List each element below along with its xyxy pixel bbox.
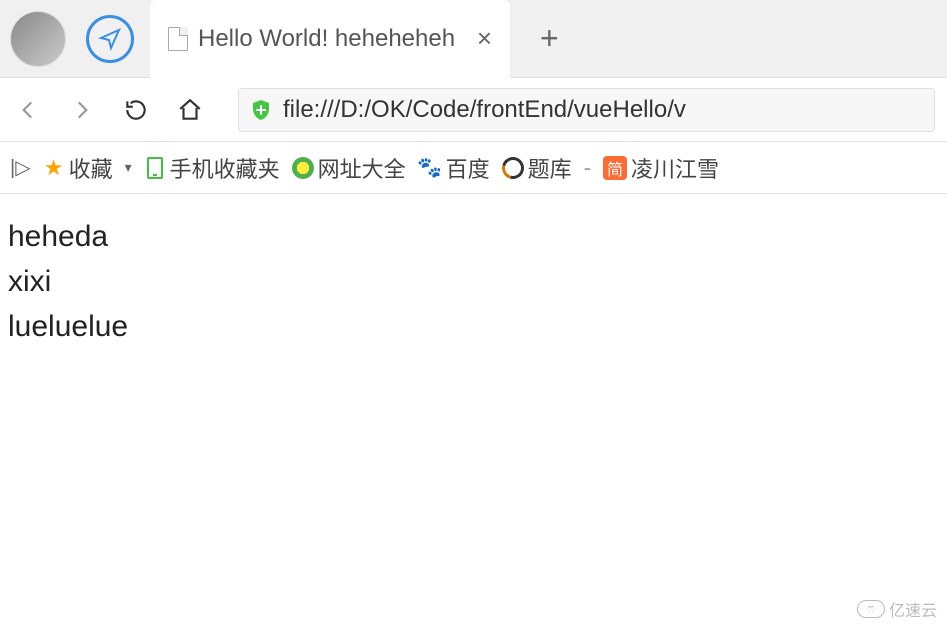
separator: - bbox=[584, 155, 591, 181]
bookmark-label: 凌川江雪 bbox=[631, 152, 719, 184]
watermark-icon: ෆ bbox=[857, 600, 885, 618]
forward-button[interactable] bbox=[66, 94, 98, 126]
watermark: ෆ 亿速云 bbox=[857, 597, 937, 621]
bookmark-label: 题库 bbox=[528, 152, 572, 184]
bookmark-wangzhi[interactable]: 网址大全 bbox=[292, 152, 406, 184]
bookmark-label: 网址大全 bbox=[318, 152, 406, 184]
bookmark-favorites[interactable]: ★ 收藏 bbox=[43, 152, 113, 184]
url-text: file:///D:/OK/Code/frontEnd/vueHello/v bbox=[283, 96, 686, 124]
browser-tab[interactable]: Hello World! heheheheh × bbox=[150, 0, 510, 78]
compass-icon[interactable] bbox=[86, 15, 134, 63]
tiku-icon bbox=[502, 157, 524, 179]
bookmark-mobile[interactable]: 手机收藏夹 bbox=[144, 152, 280, 184]
bookmark-tiku[interactable]: 题库 bbox=[502, 152, 572, 184]
page-content: heheda xixi lueluelue bbox=[0, 194, 947, 369]
bookmark-label: 百度 bbox=[446, 152, 490, 184]
bookmark-label: 手机收藏夹 bbox=[170, 152, 280, 184]
text-line: xixi bbox=[8, 259, 939, 304]
360-icon bbox=[292, 157, 314, 179]
address-bar[interactable]: file:///D:/OK/Code/frontEnd/vueHello/v bbox=[238, 88, 935, 132]
new-tab-button[interactable]: + bbox=[540, 20, 559, 57]
jian-icon: 简 bbox=[603, 156, 627, 180]
bookmark-label: 收藏 bbox=[69, 152, 113, 184]
chevron-down-icon[interactable]: ▾ bbox=[125, 159, 132, 176]
bookmark-bar: |▷ ★ 收藏 ▾ 手机收藏夹 网址大全 🐾 百度 题库 - 简 凌川江雪 bbox=[0, 142, 947, 194]
text-line: heheda bbox=[8, 214, 939, 259]
user-avatar[interactable] bbox=[10, 11, 66, 67]
star-icon: ★ bbox=[43, 157, 65, 179]
watermark-text: 亿速云 bbox=[889, 597, 937, 621]
panel-toggle[interactable]: |▷ bbox=[10, 155, 31, 180]
back-button[interactable] bbox=[12, 94, 44, 126]
text-line: lueluelue bbox=[8, 304, 939, 349]
nav-toolbar: file:///D:/OK/Code/frontEnd/vueHello/v bbox=[0, 78, 947, 142]
shield-icon bbox=[249, 98, 273, 122]
home-button[interactable] bbox=[174, 94, 206, 126]
reload-button[interactable] bbox=[120, 94, 152, 126]
bookmark-baidu[interactable]: 🐾 百度 bbox=[418, 152, 490, 184]
phone-icon bbox=[144, 157, 166, 179]
bookmark-lingchuan[interactable]: 简 凌川江雪 bbox=[603, 152, 719, 184]
close-icon[interactable]: × bbox=[477, 23, 492, 54]
page-icon bbox=[168, 27, 188, 51]
tab-title: Hello World! heheheheh bbox=[198, 25, 455, 53]
baidu-icon: 🐾 bbox=[418, 157, 442, 179]
tab-bar: Hello World! heheheheh × + bbox=[0, 0, 947, 78]
